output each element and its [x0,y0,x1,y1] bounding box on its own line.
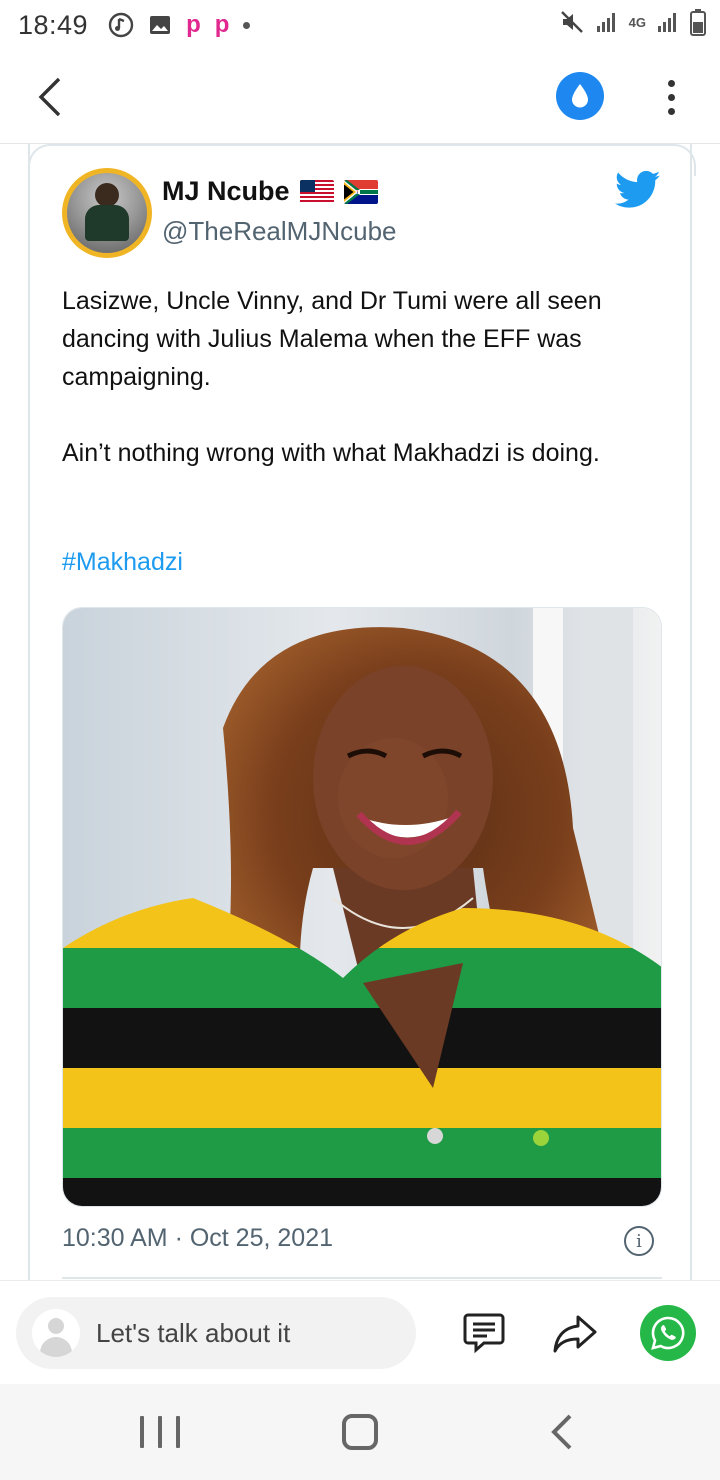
notification-icons: p p [108,11,251,39]
battery-icon [690,9,706,36]
avatar-body [85,205,129,241]
recent-apps-icon-bar [158,1416,162,1448]
share-icon[interactable] [552,1311,598,1355]
tweet-timestamp[interactable]: 10:30 AM · Oct 25, 2021 [62,1224,333,1253]
more-vertical-icon-dot [667,93,675,101]
whatsapp-icon [651,1316,685,1350]
tweet-paragraph-2: Ain’t nothing wrong with what Makhadzi i… [62,439,600,467]
status-bar: 18:49 p p 4G [0,0,720,50]
author-name-row[interactable]: MJ Ncube [162,176,378,207]
p-app-notification-icon-2: p [214,11,230,38]
status-time: 18:49 [18,9,89,40]
author-avatar[interactable] [62,168,152,258]
app-header [0,50,720,144]
signal-icon [596,13,615,32]
more-vertical-icon-dot-2 [667,107,675,115]
info-icon: i [636,1230,642,1252]
chevron-left-icon [38,77,61,117]
us-flag-icon [299,179,334,204]
twitter-bird-icon[interactable] [615,170,661,210]
recent-apps-icon [140,1416,144,1448]
home-button[interactable] [342,1414,378,1450]
card-divider [62,1277,662,1279]
tweet-card[interactable]: MJ Ncube @TheRealMJNcube Lasizwe, Uncle … [28,144,696,1304]
system-nav-bar [0,1384,720,1480]
avatar-head [95,183,119,207]
author-name: MJ Ncube [162,176,290,206]
tweet-photo-image [63,608,661,1206]
gallery-notification-icon [150,16,171,34]
screen: 18:49 p p 4G MJ Ncube @TheRealMJNcube La… [0,0,720,1480]
recent-apps-button[interactable] [140,1414,180,1450]
comment-placeholder: Let's talk about it [96,1317,291,1348]
music-notification-icon [108,12,134,38]
author-handle[interactable]: @TheRealMJNcube [162,216,396,247]
tweet-photo[interactable] [62,607,662,1207]
comment-input[interactable]: Let's talk about it [16,1297,416,1369]
water-drop-button[interactable] [556,72,604,120]
water-drop-icon [572,84,588,108]
mute-icon [560,11,583,33]
info-button[interactable]: i [624,1226,654,1256]
status-right-icons: 4G [559,8,706,36]
tweet-text: Lasizwe, Uncle Vinny, and Dr Tumi were a… [62,282,672,510]
user-avatar-placeholder-icon [32,1309,80,1357]
recent-apps-icon-bar-2 [176,1416,180,1448]
comment-bar: Let's talk about it [0,1280,720,1384]
tweet-paragraph-1: Lasizwe, Uncle Vinny, and Dr Tumi were a… [62,287,602,391]
avatar-photo [67,173,147,253]
p-app-notification-icon: p [186,11,201,38]
more-notifications-dot-icon [243,21,251,29]
hashtag-link[interactable]: #Makhadzi [62,548,183,577]
comments-icon[interactable] [462,1311,506,1355]
network-type-label: 4G [628,14,646,30]
signal-icon-2 [658,13,676,32]
back-button[interactable] [30,74,70,120]
more-vertical-icon [667,79,675,87]
more-options-button[interactable] [656,74,686,120]
whatsapp-share-button[interactable] [640,1305,696,1361]
south-africa-flag-icon [343,179,378,204]
back-nav-button[interactable] [546,1412,576,1452]
